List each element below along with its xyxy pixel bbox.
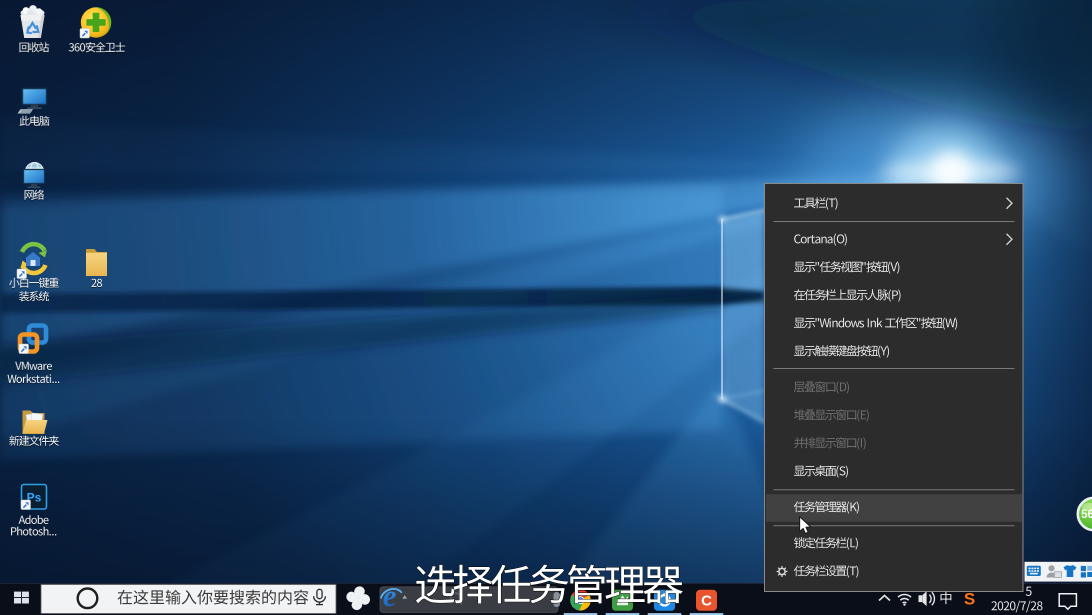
- svg-text:S: S: [964, 590, 975, 609]
- svg-text:e: e: [383, 578, 397, 613]
- svg-text:C: C: [701, 593, 712, 610]
- svg-text:56: 56: [1081, 509, 1092, 521]
